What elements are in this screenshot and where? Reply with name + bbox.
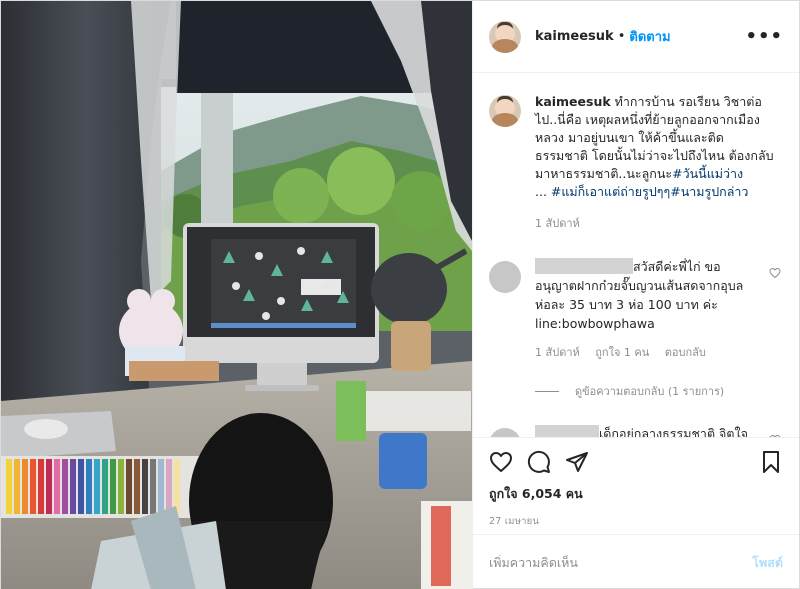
hashtag-link[interactable]: #แม่ก็เอาแต่ถ่ายรูปๆๆ — [551, 184, 670, 199]
replies-divider — [535, 390, 559, 392]
caption: kaimeesuk ทำการบ้าน รอเรียน วิชาต่อไป..น… — [489, 93, 783, 233]
post-comment-button[interactable]: โพสต์ — [752, 553, 783, 573]
caption-timestamp: 1 สัปดาห์ — [535, 217, 580, 230]
comment-like-heart-icon[interactable] — [769, 267, 781, 279]
comment-likes-link[interactable]: ถูกใจ 1 คน — [595, 346, 649, 359]
header-username[interactable]: kaimeesuk — [535, 29, 614, 44]
separator-dot: • — [617, 29, 626, 44]
comment-item: สวัสดีค่ะพี่ไก่ ขออนุญาตฝากก๋วยจั๊บญวนเส… — [489, 257, 783, 362]
avatar[interactable] — [489, 20, 521, 53]
reply-button[interactable]: ตอบกลับ — [665, 346, 706, 359]
instagram-post: kaimeesuk • ติดตาม ••• kaimeesuk ทำการบ้… — [0, 0, 800, 589]
comment-icon[interactable] — [527, 450, 551, 474]
add-comment-bar: โพสต์ — [473, 534, 799, 589]
comment-timestamp: 1 สัปดาห์ — [535, 346, 580, 359]
photo-illustration — [1, 1, 472, 589]
caption-avatar[interactable] — [489, 95, 521, 127]
more-options-icon[interactable]: ••• — [745, 26, 783, 47]
comments-list[interactable]: kaimeesuk ทำการบ้าน รอเรียน วิชาต่อไป..น… — [473, 73, 799, 437]
likes-count[interactable]: ถูกใจ 6,054 คน — [489, 484, 783, 504]
view-replies-label: ดูข้อความตอบกลับ (1 รายการ) — [575, 385, 725, 398]
comment-item: เด็กอยู่กลางธรรมชาติ จิตใจอ่อนโยน และเข้… — [489, 424, 783, 437]
comment-body: เด็กอยู่กลางธรรมชาติ จิตใจอ่อนโยน และเข้… — [535, 424, 753, 437]
commenter-avatar[interactable] — [489, 428, 521, 437]
commenter-avatar[interactable] — [489, 261, 521, 293]
redacted-username — [535, 425, 599, 437]
view-replies-button[interactable]: ดูข้อความตอบกลับ (1 รายการ) — [535, 382, 783, 400]
caption-ellipsis: ... — [535, 184, 551, 199]
bookmark-icon[interactable] — [759, 450, 783, 474]
comment-like-heart-icon[interactable] — [769, 434, 781, 437]
post-header: kaimeesuk • ติดตาม ••• — [473, 1, 799, 73]
caption-body: kaimeesuk ทำการบ้าน รอเรียน วิชาต่อไป..น… — [535, 93, 775, 233]
hashtag-link[interactable]: #วันนี้แม่ว่าง — [672, 166, 743, 181]
caption-username[interactable]: kaimeesuk — [535, 94, 611, 109]
follow-button[interactable]: ติดตาม — [629, 26, 670, 47]
post-date: 27 เมษายน — [489, 516, 540, 527]
action-bar — [489, 438, 783, 486]
hashtag-link[interactable]: #นามรูปกล่าว — [670, 184, 748, 199]
comment-body: สวัสดีค่ะพี่ไก่ ขออนุญาตฝากก๋วยจั๊บญวนเส… — [535, 257, 753, 362]
post-sidebar: kaimeesuk • ติดตาม ••• kaimeesuk ทำการบ้… — [472, 1, 799, 589]
heart-icon[interactable] — [489, 450, 513, 474]
redacted-username — [535, 258, 633, 274]
post-actions: ถูกใจ 6,054 คน 27 เมษายน — [473, 437, 799, 534]
comment-meta: 1 สัปดาห์ ถูกใจ 1 คน ตอบกลับ — [535, 343, 753, 362]
comment-input[interactable] — [489, 555, 753, 570]
post-photo[interactable] — [1, 1, 472, 589]
paper-plane-icon[interactable] — [565, 450, 589, 474]
